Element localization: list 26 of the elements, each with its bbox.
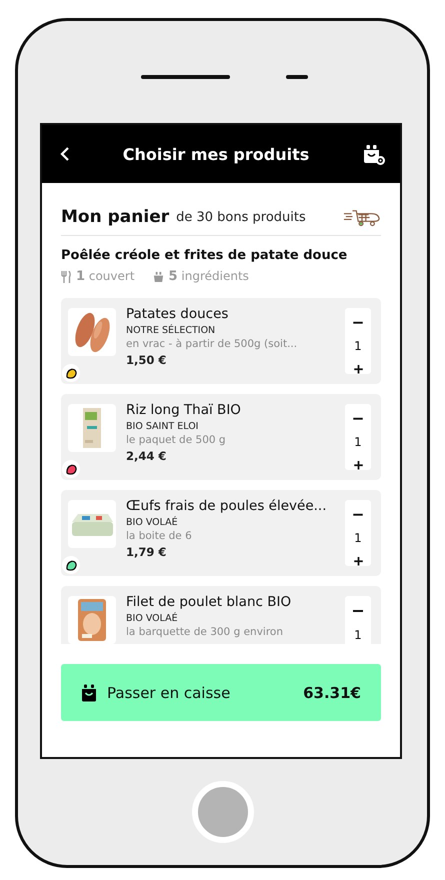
servings-count: 1 couvert	[76, 269, 135, 284]
quantity-value: 1	[354, 531, 362, 546]
product-brand: BIO VOLAÉ	[126, 613, 179, 624]
basket-title: Mon panier	[61, 207, 170, 227]
product-description: en vrac - à partir de 500g (soit...	[126, 338, 298, 350]
recipe-title: Poêlée créole et frites de patate douce	[61, 248, 348, 263]
product-price: 2,44 €	[126, 449, 168, 463]
screen-title: Choisir mes produits	[122, 144, 310, 164]
product-name: Riz long Thaï BIO	[126, 402, 242, 418]
quantity-value: 1	[354, 628, 362, 642]
product-price: 1,50 €	[126, 353, 168, 367]
product-brand: BIO VOLAÉ	[126, 517, 179, 528]
product-name: Œufs frais de poules élevée...	[126, 498, 328, 514]
quantity-value: 1	[354, 435, 362, 450]
quantity-value: 1	[354, 339, 362, 354]
product-name: Patates douces	[126, 306, 230, 322]
product-brand: NOTRE SÉLECTION	[126, 325, 216, 336]
basket-subtitle: de 30 bons produits	[176, 210, 307, 224]
product-name: Filet de poulet blanc BIO	[126, 594, 292, 610]
product-description: la barquette de 300 g environ	[126, 626, 284, 638]
product-description: le paquet de 500 g	[126, 434, 227, 446]
product-price: 1,79 €	[126, 545, 168, 559]
product-brand: BIO SAINT ELOI	[126, 421, 200, 432]
ingredients-count: 5 ingrédients	[168, 269, 249, 284]
checkout-button[interactable]: Passer en caisse 63.31€	[61, 664, 381, 721]
product-description: la boite de 6	[126, 530, 193, 542]
